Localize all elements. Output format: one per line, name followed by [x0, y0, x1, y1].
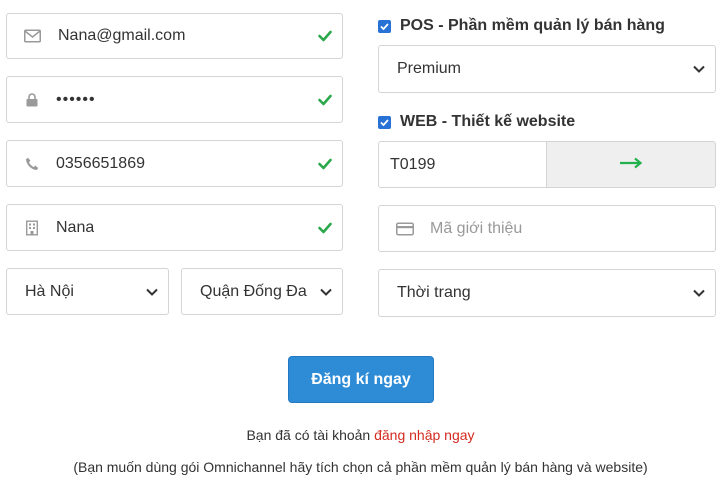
phone-icon [25, 157, 39, 171]
valid-check-icon [318, 222, 332, 233]
login-prompt: Bạn đã có tài khoản đăng nhập ngay [0, 427, 721, 443]
arrow-right-icon [619, 156, 643, 174]
pos-label: POS - Phần mềm quản lý bán hàng [400, 17, 665, 34]
pos-option[interactable]: POS - Phần mềm quản lý bán hàng [378, 15, 665, 37]
industry-select[interactable]: Thời trang [378, 269, 716, 317]
chevron-down-icon [146, 288, 158, 296]
chevron-down-icon [693, 65, 705, 73]
city-value: Hà Nội [25, 282, 74, 300]
pos-checkbox[interactable] [378, 19, 391, 33]
pos-plan-select[interactable]: Premium [378, 45, 716, 93]
valid-check-icon [318, 158, 332, 169]
web-option[interactable]: WEB - Thiết kế website [378, 111, 575, 133]
city-select[interactable]: Hà Nội [6, 268, 169, 315]
login-prompt-text: Bạn đã có tài khoản [246, 427, 375, 443]
mail-icon [24, 29, 41, 43]
omnichannel-note: (Bạn muốn dùng gói Omnichannel hãy tích … [73, 459, 648, 475]
email-field[interactable]: Nana@gmail.com [6, 13, 343, 59]
valid-check-icon [318, 94, 332, 105]
phone-value: 0356651869 [56, 154, 145, 172]
name-field[interactable]: Nana [6, 204, 343, 251]
name-value: Nana [56, 218, 95, 236]
password-value: •••••• [56, 90, 96, 108]
valid-check-icon [318, 30, 332, 42]
pos-plan-value: Premium [397, 60, 462, 77]
industry-value: Thời trang [397, 284, 471, 301]
template-code-value: T0199 [390, 155, 436, 173]
web-checkbox[interactable] [378, 115, 391, 129]
building-icon [26, 220, 38, 235]
template-code-input[interactable]: T0199 [378, 141, 547, 188]
lock-icon [26, 92, 38, 107]
phone-field[interactable]: 0356651869 [6, 140, 343, 187]
email-value: Nana@gmail.com [58, 27, 186, 44]
register-button[interactable]: Đăng kí ngay [288, 356, 434, 403]
district-value: Quận Đống Đa [200, 282, 307, 300]
chevron-down-icon [693, 289, 705, 297]
web-label: WEB - Thiết kế website [400, 113, 576, 130]
referral-code-input[interactable]: Mã giới thiệu [378, 205, 716, 252]
login-link[interactable]: đăng nhập ngay [374, 427, 474, 443]
template-go-button[interactable] [546, 141, 716, 188]
card-icon [396, 222, 414, 235]
district-select[interactable]: Quận Đống Đa [181, 268, 343, 315]
referral-placeholder: Mã giới thiệu [430, 219, 523, 237]
password-field[interactable]: •••••• [6, 76, 343, 123]
chevron-down-icon [320, 288, 332, 296]
